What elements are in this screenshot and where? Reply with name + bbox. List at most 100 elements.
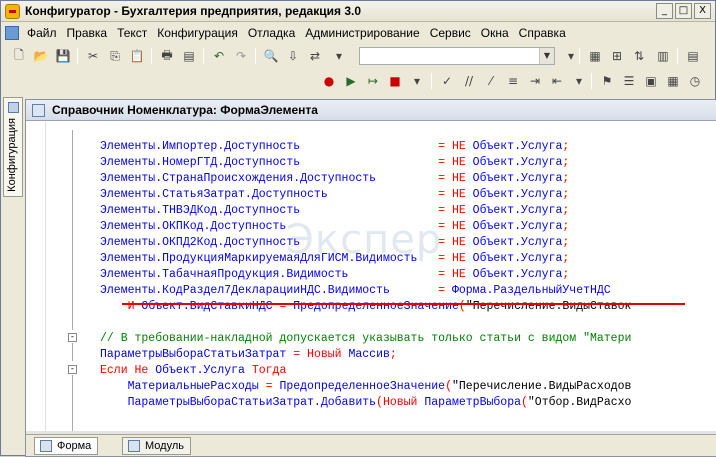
menu-file[interactable]: Файл bbox=[22, 26, 62, 40]
print-preview-icon[interactable]: ▤ bbox=[179, 46, 199, 66]
format-icon[interactable]: ≡ bbox=[503, 71, 523, 91]
table-icon[interactable]: ▤ bbox=[683, 46, 703, 66]
comment-icon[interactable]: // bbox=[459, 71, 479, 91]
menu-service[interactable]: Сервис bbox=[425, 26, 476, 40]
fold-guide bbox=[72, 375, 73, 431]
copy-icon[interactable]: ⎘ bbox=[105, 46, 125, 66]
menu-text[interactable]: Текст bbox=[112, 26, 152, 40]
clock-icon[interactable]: ◷ bbox=[685, 71, 705, 91]
debug-options-icon[interactable]: ▾ bbox=[407, 71, 427, 91]
form-module-icon bbox=[32, 104, 45, 117]
menu-bar: Файл Правка Текст Конфигурация Отладка А… bbox=[1, 22, 715, 44]
config-tree-icon bbox=[8, 102, 19, 113]
search-combo[interactable]: ▼ bbox=[359, 47, 555, 65]
code-line: Элементы.ПродукцияМаркируемаяДляГИСМ.Вид… bbox=[100, 252, 570, 265]
side-tab-label: Конфигурация bbox=[6, 118, 18, 192]
menu-windows[interactable]: Окна bbox=[476, 26, 514, 40]
tab-module-label: Модуль bbox=[145, 440, 184, 452]
find-next-icon[interactable]: ⇩ bbox=[283, 46, 303, 66]
form-icon bbox=[40, 440, 52, 452]
redo-icon[interactable]: ↷ bbox=[231, 46, 251, 66]
title-bar: Конфигуратор - Бухгалтерия предприятия, … bbox=[1, 1, 715, 22]
menu-debug[interactable]: Отладка bbox=[243, 26, 300, 40]
toolbar-separator bbox=[203, 48, 204, 64]
code-line: Элементы.СтатьяЗатрат.Доступность = НЕ О… bbox=[100, 188, 570, 201]
toolbar-separator bbox=[591, 73, 592, 89]
menu-edit[interactable]: Правка bbox=[62, 26, 113, 40]
module-icon bbox=[128, 440, 140, 452]
breakpoint-icon[interactable]: ● bbox=[319, 71, 339, 91]
1c-app-icon bbox=[5, 4, 20, 19]
fold-guide bbox=[72, 130, 73, 330]
more-options-icon[interactable]: ▾ bbox=[569, 71, 589, 91]
code-line: И Объект.ВидСтавкиНДС = Предопределенное… bbox=[127, 300, 632, 313]
code-line-highlighted: Элементы.ТабачнаяПродукция.Видимость = Н… bbox=[100, 268, 570, 281]
window-title: Конфигуратор - Бухгалтерия предприятия, … bbox=[25, 4, 362, 18]
code-line: Элементы.ОКПКод.Доступность = НЕ Объект.… bbox=[100, 220, 570, 233]
maximize-button[interactable]: □ bbox=[675, 3, 692, 19]
close-button[interactable]: X bbox=[694, 3, 711, 19]
fold-toggle-icon[interactable]: - bbox=[68, 333, 77, 342]
menu-help[interactable]: Справка bbox=[514, 26, 571, 40]
code-comment: // В требовании-накладной допускается ук… bbox=[100, 332, 632, 345]
undo-icon[interactable]: ↶ bbox=[209, 46, 229, 66]
fold-toggle-icon[interactable]: - bbox=[68, 365, 77, 374]
code-line: Элементы.Импортер.Доступность = НЕ Объек… bbox=[100, 140, 570, 153]
compare-icon[interactable]: ⇅ bbox=[629, 46, 649, 66]
indent-icon[interactable]: ⇥ bbox=[525, 71, 545, 91]
line-gutter bbox=[26, 122, 46, 431]
tab-module[interactable]: Модуль bbox=[122, 437, 191, 455]
toolbar-separator bbox=[77, 48, 78, 64]
uncomment-icon[interactable]: ⁄ bbox=[481, 71, 501, 91]
code-line: Элементы.ТНВЭДКод.Доступность = НЕ Объек… bbox=[100, 204, 570, 217]
modules-icon[interactable]: ▥ bbox=[653, 46, 673, 66]
chevron-down-icon[interactable]: ▼ bbox=[539, 48, 554, 64]
code-line: Элементы.КодРаздел7ДекларацииНДС.Видимос… bbox=[100, 284, 611, 297]
menu-configuration[interactable]: Конфигурация bbox=[152, 26, 243, 40]
start-debug-icon[interactable]: ▶ bbox=[341, 71, 361, 91]
code-line: Элементы.СтранаПроисхождения.Доступность… bbox=[100, 172, 570, 185]
syntax-check-icon[interactable]: ✓ bbox=[437, 71, 457, 91]
calculator-icon[interactable]: ▦ bbox=[663, 71, 683, 91]
code-line: МатериальныеРасходы = ПредопределенноеЗн… bbox=[100, 380, 632, 393]
cut-icon[interactable]: ✂ bbox=[83, 46, 103, 66]
editor-window: Справочник Номенклатура: ФормаЭлемента Э… bbox=[25, 99, 716, 457]
replace-icon[interactable]: ⇄ bbox=[305, 46, 325, 66]
menu-app-icon[interactable] bbox=[5, 26, 19, 40]
bookmark-icon[interactable]: ⚑ bbox=[597, 71, 617, 91]
tab-form[interactable]: Форма bbox=[34, 437, 99, 455]
fold-guide bbox=[72, 343, 73, 361]
open-folder-icon[interactable]: 📂 bbox=[31, 46, 51, 66]
window-list-icon[interactable]: ▣ bbox=[641, 71, 661, 91]
editor-title: Справочник Номенклатура: ФормаЭлемента bbox=[52, 103, 318, 117]
combo-dropdown-icon[interactable]: ▾ bbox=[561, 46, 581, 66]
paste-icon[interactable]: 📋 bbox=[127, 46, 147, 66]
config-side-tab[interactable]: Конфигурация bbox=[3, 97, 23, 197]
debug-toolbar: ● ▶ ↦ ■ ▾ ✓ // ⁄ ≡ ⇥ ⇤ ▾ ⚑ ☰ ▣ ▦ ◷ bbox=[1, 69, 715, 94]
main-toolbar: 🗋 📂 💾 ✂ ⎘ 📋 🖶 ▤ ↶ ↷ 🔍 ⇩ ⇄ ▾ ▼ ▾ ▦ ⊞ ⇅ ▥ … bbox=[1, 44, 715, 69]
module-tab-bar: Форма Модуль bbox=[26, 434, 716, 456]
app-window: Конфигуратор - Бухгалтерия предприятия, … bbox=[0, 0, 716, 457]
stop-debug-icon[interactable]: ■ bbox=[385, 71, 405, 91]
new-document-icon[interactable]: 🗋 bbox=[9, 46, 29, 66]
outdent-icon[interactable]: ⇤ bbox=[547, 71, 567, 91]
save-icon[interactable]: 💾 bbox=[53, 46, 73, 66]
procedures-icon[interactable]: ☰ bbox=[619, 71, 639, 91]
search-options-icon[interactable]: ▾ bbox=[329, 46, 349, 66]
editor-title-bar: Справочник Номенклатура: ФормаЭлемента bbox=[26, 100, 716, 121]
code-line: ПараметрыВыбораСтатьиЗатрат.Добавить(Нов… bbox=[100, 396, 632, 409]
find-icon[interactable]: 🔍 bbox=[261, 46, 281, 66]
code-editor[interactable]: Экспер - - Элементы.Импортер.Доступность… bbox=[26, 122, 716, 431]
code-line: Элементы.НомерГТД.Доступность = НЕ Объек… bbox=[100, 156, 570, 169]
print-icon[interactable]: 🖶 bbox=[157, 46, 177, 66]
metadata-icon[interactable]: ▦ bbox=[585, 46, 605, 66]
config-tree-icon[interactable]: ⊞ bbox=[607, 46, 627, 66]
code-line: ПараметрыВыбораСтатьиЗатрат = Новый Масс… bbox=[100, 348, 397, 361]
minimize-button[interactable]: _ bbox=[656, 3, 673, 19]
toolbar-separator bbox=[431, 73, 432, 89]
step-icon[interactable]: ↦ bbox=[363, 71, 383, 91]
toolbar-separator bbox=[579, 48, 580, 64]
menu-administration[interactable]: Администрирование bbox=[300, 26, 424, 40]
toolbar-separator bbox=[255, 48, 256, 64]
highlight-underline bbox=[122, 303, 685, 305]
